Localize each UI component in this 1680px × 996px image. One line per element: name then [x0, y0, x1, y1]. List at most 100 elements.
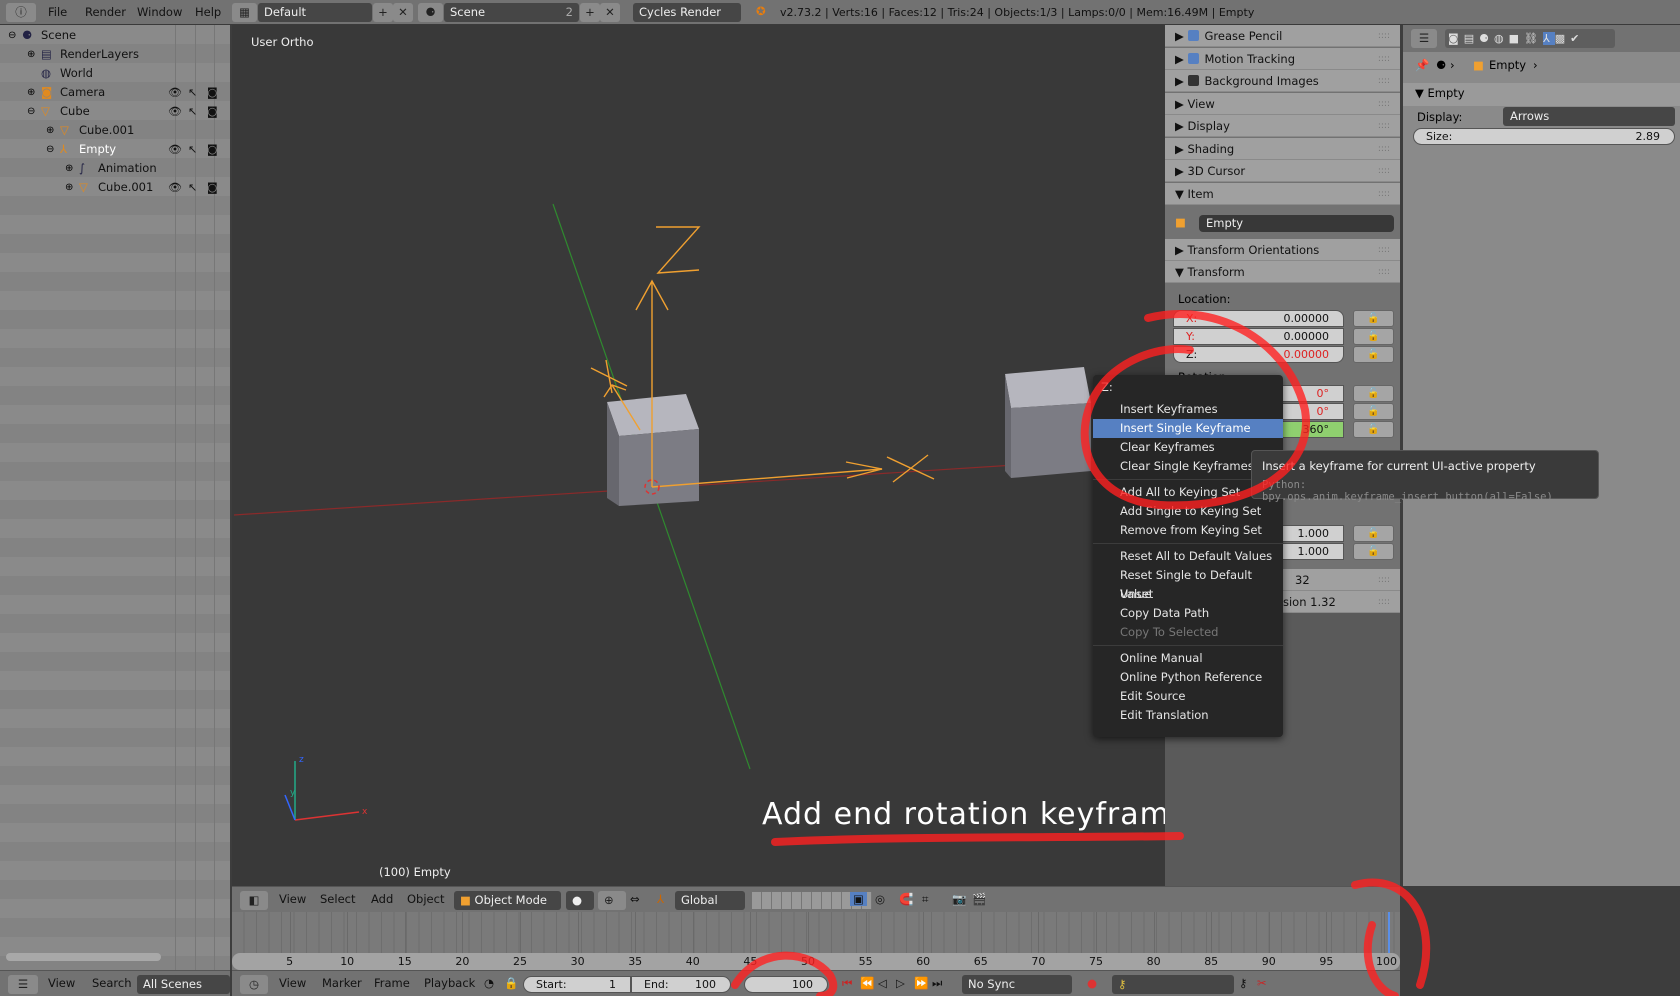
- timeline-area[interactable]: 5 10 15 20 25 30 35 40 45 50 55 60 65 70 75 80 85 90 95 100: [232, 912, 1400, 970]
- object-name-field[interactable]: Empty: [1199, 215, 1394, 232]
- menu-item-copy-to-selected: Copy To Selected: [1120, 625, 1219, 639]
- play-icon[interactable]: ▷: [896, 976, 905, 990]
- snap-element-icon[interactable]: ⌗: [922, 892, 928, 907]
- lock-icon[interactable]: 🔓: [1353, 310, 1394, 327]
- drag-grip-icon[interactable]: ::::: [1378, 70, 1390, 92]
- shading-dropdown[interactable]: ●: [566, 891, 594, 910]
- object-menu[interactable]: Object: [407, 892, 444, 906]
- playback-menu[interactable]: Playback: [424, 976, 475, 990]
- location-x-field[interactable]: X: 0.00000: [1173, 310, 1344, 327]
- menu-item-edit-translation[interactable]: Edit Translation: [1093, 706, 1283, 725]
- menu-item-remove-from-keying-set[interactable]: Remove from Keying Set: [1093, 521, 1283, 540]
- snap-icon[interactable]: 🧲: [899, 892, 913, 906]
- lock-range-icon[interactable]: 🔒: [504, 976, 518, 990]
- jump-keyframe-back-icon[interactable]: ⏪: [860, 976, 874, 990]
- menu-item-copy-data-path[interactable]: Copy Data Path: [1093, 604, 1283, 623]
- panel-shading[interactable]: ▶ Shading::::: [1165, 137, 1400, 160]
- transform-orientation-icon[interactable]: ⅄: [657, 892, 664, 906]
- menu-item-add-single-to-keying-set[interactable]: Add Single to Keying Set: [1093, 502, 1283, 521]
- lock-icon[interactable]: 🔓: [1353, 421, 1394, 438]
- timeline-gridline: [865, 912, 867, 953]
- lock-icon[interactable]: 🔓: [1353, 328, 1394, 345]
- panel-title: Motion Tracking: [1204, 51, 1296, 66]
- frame-menu[interactable]: Frame: [374, 976, 410, 990]
- checkbox[interactable]: [1187, 30, 1199, 41]
- add-menu[interactable]: Add: [371, 892, 393, 906]
- timeline-view-menu[interactable]: View: [279, 976, 306, 990]
- current-frame-field[interactable]: 100: [744, 976, 828, 993]
- sync-dropdown[interactable]: No Sync: [962, 975, 1072, 994]
- timeline-gridline: [692, 912, 694, 953]
- render-opengl-icon[interactable]: 📷: [952, 892, 966, 906]
- jump-start-icon[interactable]: ⏮: [842, 976, 852, 991]
- location-y-field[interactable]: Y: 0.00000: [1173, 328, 1344, 345]
- panel-grease-pencil[interactable]: ▶ Grease Pencil::::: [1165, 25, 1400, 47]
- manipulator-icon[interactable]: ⇔: [630, 892, 640, 906]
- record-icon[interactable]: ●: [1087, 976, 1097, 990]
- drag-grip-icon[interactable]: ::::: [1378, 48, 1390, 70]
- timeline-editor-icon[interactable]: ◷: [240, 975, 268, 994]
- delete-keyframe-icon[interactable]: ✂: [1257, 976, 1267, 990]
- panel-display[interactable]: ▶ Display::::: [1165, 115, 1400, 137]
- checkbox[interactable]: [1187, 52, 1199, 64]
- current-frame-line[interactable]: [1388, 912, 1390, 953]
- lock-icon[interactable]: 🔓: [1353, 403, 1394, 420]
- gizmo-y: y: [290, 788, 296, 798]
- proportional-edit-icon[interactable]: ◎: [875, 892, 885, 906]
- keying-set-field[interactable]: ⚷: [1112, 975, 1234, 994]
- end-frame-field[interactable]: End: 100: [631, 976, 731, 993]
- insert-keyframe-icon[interactable]: ⚷: [1239, 976, 1247, 990]
- menu-item-reset-single-to-default-value[interactable]: Reset Single to Default Value: [1093, 566, 1283, 601]
- start-value: 1: [609, 978, 616, 991]
- context-tabs[interactable]: ◙▤⚈◍■⛓⅄▩✔: [1445, 29, 1615, 48]
- menu-item-insert-single-keyframe[interactable]: Insert Single Keyframe: [1093, 419, 1283, 438]
- properties-editor-icon[interactable]: ☰: [1411, 29, 1437, 48]
- panel-transform-orientations[interactable]: ▶ Transform Orientations::::: [1165, 239, 1400, 261]
- jump-keyframe-forward-icon[interactable]: ⏩: [914, 976, 928, 990]
- panel-background-images[interactable]: ▶ Background Images::::: [1165, 70, 1400, 92]
- start-frame-field[interactable]: Start: 1: [523, 976, 631, 993]
- panel-item[interactable]: ▼ Item::::: [1165, 182, 1400, 205]
- orientation-dropdown[interactable]: Global: [675, 891, 745, 910]
- panel-transform[interactable]: ▼ Transform::::: [1165, 261, 1400, 283]
- drag-grip-icon[interactable]: ::::: [1378, 25, 1390, 47]
- marker-menu[interactable]: Marker: [322, 976, 362, 990]
- select-menu[interactable]: Select: [320, 892, 355, 906]
- drag-grip-icon[interactable]: ::::: [1378, 138, 1390, 160]
- mode-dropdown[interactable]: ■ Object Mode: [454, 891, 561, 910]
- editor-type-icon[interactable]: ◧: [240, 891, 268, 910]
- menu-item-reset-all-to-default-values[interactable]: Reset All to Default Values: [1093, 547, 1283, 566]
- jump-end-icon[interactable]: ⏭: [932, 976, 942, 991]
- lock-icon[interactable]: 🔓: [1353, 525, 1394, 542]
- panel-motion-tracking[interactable]: ▶ Motion Tracking::::: [1165, 47, 1400, 70]
- panel-view[interactable]: ▶ View::::: [1165, 92, 1400, 115]
- view-menu[interactable]: View: [279, 892, 306, 906]
- lock-icon[interactable]: 🔓: [1353, 385, 1394, 402]
- panel-title: Item: [1187, 186, 1214, 201]
- preview-range-icon[interactable]: ◔: [484, 976, 494, 990]
- drag-grip-icon[interactable]: ::::: [1378, 160, 1390, 182]
- play-reverse-icon[interactable]: ◁: [878, 976, 887, 990]
- timeline-tick-label: 65: [973, 955, 988, 968]
- drag-grip-icon[interactable]: ::::: [1378, 93, 1390, 115]
- display-dropdown[interactable]: Arrows: [1503, 107, 1675, 126]
- pivot-dropdown[interactable]: ⊕: [598, 891, 626, 910]
- panel-3d-cursor[interactable]: ▶ 3D Cursor::::: [1165, 160, 1400, 182]
- lock-icon[interactable]: 🔓: [1353, 543, 1394, 560]
- checkbox[interactable]: [1187, 75, 1199, 86]
- size-field[interactable]: Size: 2.89: [1413, 128, 1675, 145]
- menu-item-online-python-reference[interactable]: Online Python Reference: [1093, 668, 1283, 687]
- menu-item-unset[interactable]: Unset: [1093, 585, 1283, 604]
- location-z-field[interactable]: Z: 0.00000: [1173, 346, 1344, 363]
- menu-item-insert-keyframes[interactable]: Insert Keyframes: [1093, 400, 1283, 419]
- timeline-tick-label: 95: [1319, 955, 1334, 968]
- menu-item-edit-source[interactable]: Edit Source: [1093, 687, 1283, 706]
- drag-grip-icon[interactable]: ::::: [1378, 183, 1390, 205]
- pin-icon[interactable]: 📌: [1415, 58, 1429, 72]
- render-anim-icon[interactable]: 🎬: [972, 892, 986, 906]
- menu-item-online-manual[interactable]: Online Manual: [1093, 649, 1283, 668]
- lock-icon[interactable]: 🔓: [1353, 346, 1394, 363]
- lock-camera-icon[interactable]: ▣: [850, 892, 867, 906]
- drag-grip-icon[interactable]: ::::: [1378, 115, 1390, 137]
- panel-empty[interactable]: ▼ Empty: [1403, 83, 1680, 106]
